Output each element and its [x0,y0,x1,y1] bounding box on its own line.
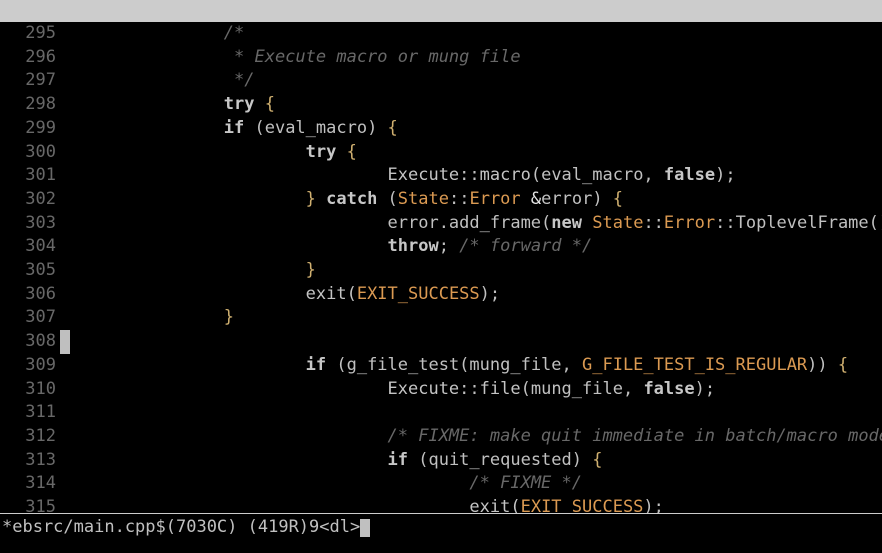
line-number: 312 [0,425,60,449]
status-bar: *ebsrc/main.cpp$(7030C) (419R)9<dl> [0,513,882,553]
line-number: 299 [0,117,60,141]
cmdline-cursor [360,519,370,537]
code-line: 304 throw; /* forward */ [0,235,882,259]
line-number: 295 [0,22,60,46]
code-line: 310 Execute::file(mung_file, false); [0,378,882,402]
status-divider [0,513,882,514]
code-line: 307 } [0,306,882,330]
code-line: 303 error.add_frame(new State::Error::To… [0,212,882,236]
code-line: 301 Execute::macro(eval_macro, false); [0,164,882,188]
line-number: 313 [0,449,60,473]
line-number: 302 [0,188,60,212]
line-number: 306 [0,283,60,307]
code-line: 306 exit(EXIT_SUCCESS); [0,283,882,307]
cursor [60,330,70,354]
code-line: 312 /* FIXME: make quit immediate in bat… [0,425,882,449]
line-number: 305 [0,259,60,283]
code-line: 299 if (eval_macro) { [0,117,882,141]
line-number: 307 [0,306,60,330]
code-line: 308 [0,330,882,354]
code-line: 315 exit(EXIT_SUCCESS); [0,496,882,513]
line-number: 304 [0,235,60,259]
code-line: 314 /* FIXME */ [0,472,882,496]
code-line: 309 if (g_file_test(mung_file, G_FILE_TE… [0,354,882,378]
line-number: 315 [0,496,60,513]
code-line: 297 */ [0,69,882,93]
line-number: 308 [0,330,60,354]
code-line: 311 [0,401,882,425]
line-number: 297 [0,69,60,93]
line-number: 296 [0,46,60,70]
line-number: 310 [0,378,60,402]
command-line[interactable]: *ebsrc/main.cpp$(7030C) (419R)9<dl> [0,516,882,544]
code-line: 298 try { [0,93,882,117]
line-number: 300 [0,141,60,165]
code-line: 305 } [0,259,882,283]
code-line: 296 * Execute macro or mung file [0,46,882,70]
line-number: 311 [0,401,60,425]
line-number: 303 [0,212,60,236]
line-number: 309 [0,354,60,378]
code-line: 300 try { [0,141,882,165]
line-number: 314 [0,472,60,496]
line-number: 301 [0,164,60,188]
editor-viewport[interactable]: 295 /* 296 * Execute macro or mung file … [0,22,882,513]
code-line: 295 /* [0,22,882,46]
code-line: 313 if (quit_requested) { [0,449,882,473]
title-bar: SciTECO - <Buffer> /home/rhaberkorn/work… [0,0,882,22]
line-number: 298 [0,93,60,117]
code-line: 302 } catch (State::Error &error) { [0,188,882,212]
